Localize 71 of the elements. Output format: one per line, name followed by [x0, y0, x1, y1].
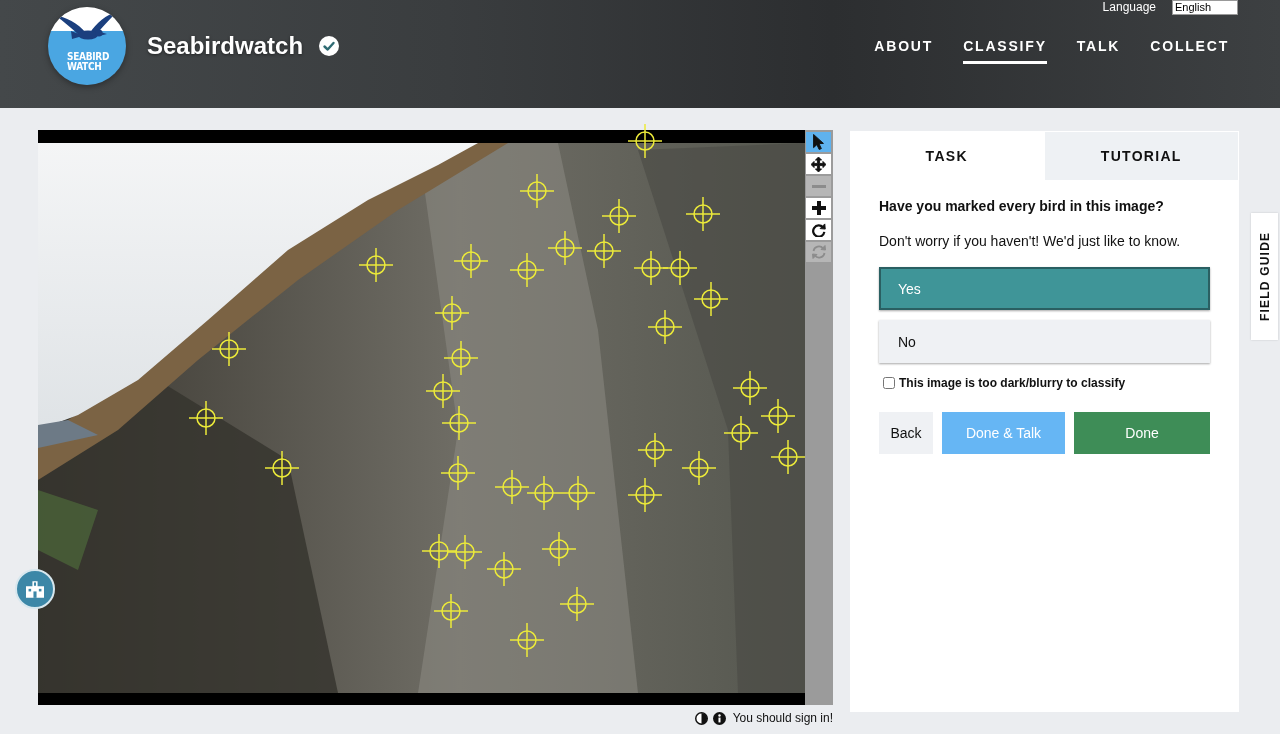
- cursor-arrow-icon: [813, 134, 824, 150]
- plus-icon: [811, 201, 826, 215]
- checkbox-label: This image is too dark/blurry to classify: [899, 376, 1126, 390]
- crosshair-marker-icon[interactable]: [732, 370, 768, 406]
- panel-tab[interactable]: TUTORIAL: [1044, 131, 1239, 180]
- nav-link[interactable]: COLLECT: [1150, 38, 1229, 64]
- crosshair-marker-icon[interactable]: [509, 252, 545, 288]
- info-icon[interactable]: [712, 711, 726, 725]
- crosshair-marker-icon[interactable]: [526, 475, 562, 511]
- move-icon: [811, 156, 826, 172]
- crosshair-marker-icon[interactable]: [358, 247, 394, 283]
- pointer-tool-button[interactable]: [806, 132, 831, 152]
- field-guide-tab[interactable]: FIELD GUIDE: [1251, 213, 1278, 340]
- crosshair-marker-icon[interactable]: [681, 450, 717, 486]
- nav-link[interactable]: CLASSIFY: [963, 38, 1047, 64]
- crosshair-marker-icon[interactable]: [486, 551, 522, 587]
- back-button[interactable]: Back: [879, 412, 933, 454]
- crosshair-marker-icon[interactable]: [760, 398, 796, 434]
- rotate-icon: [811, 223, 826, 237]
- crosshair-marker-icon[interactable]: [441, 405, 477, 441]
- crosshair-marker-icon[interactable]: [494, 469, 530, 505]
- crosshair-marker-icon[interactable]: [559, 586, 595, 622]
- crosshair-marker-icon[interactable]: [433, 593, 469, 629]
- language-label: Language: [1102, 0, 1156, 14]
- logo-text: SEABIRD WATCH: [66, 52, 110, 72]
- crosshair-marker-icon[interactable]: [440, 455, 476, 491]
- contrast-icon[interactable]: [694, 711, 708, 725]
- done-button[interactable]: Done: [1074, 412, 1210, 454]
- checkmark-badge-icon: [319, 36, 340, 56]
- crosshair-marker-icon[interactable]: [627, 477, 663, 513]
- crosshair-marker-icon[interactable]: [211, 331, 247, 367]
- crosshair-marker-icon[interactable]: [586, 233, 622, 269]
- crosshair-marker-icon[interactable]: [509, 622, 545, 658]
- checkbox[interactable]: [883, 377, 895, 389]
- crosshair-marker-icon[interactable]: [637, 432, 673, 468]
- refresh-icon: [811, 245, 826, 259]
- crosshair-marker-icon[interactable]: [647, 309, 683, 345]
- crosshair-marker-icon[interactable]: [519, 173, 555, 209]
- nav-link[interactable]: ABOUT: [874, 38, 934, 64]
- crosshair-marker-icon[interactable]: [685, 196, 721, 232]
- crosshair-marker-icon[interactable]: [627, 123, 663, 159]
- crosshair-marker-icon[interactable]: [434, 295, 470, 331]
- crosshair-marker-icon[interactable]: [662, 250, 698, 286]
- crosshair-marker-icon[interactable]: [693, 281, 729, 317]
- sign-in-message: You should sign in!: [732, 711, 833, 725]
- floating-round-button[interactable]: [15, 569, 55, 609]
- language-select[interactable]: English: [1172, 0, 1238, 15]
- rotate-button[interactable]: [806, 220, 831, 240]
- answer-button[interactable]: No: [879, 320, 1210, 363]
- crosshair-marker-icon[interactable]: [264, 450, 300, 486]
- crosshair-marker-icon[interactable]: [770, 439, 806, 475]
- crosshair-marker-icon[interactable]: [421, 533, 457, 569]
- crosshair-marker-icon[interactable]: [560, 475, 596, 511]
- crosshair-marker-icon[interactable]: [443, 340, 479, 376]
- help-text: Don't worry if you haven't! We'd just like to know.: [879, 232, 1182, 250]
- crosshair-marker-icon[interactable]: [723, 415, 759, 451]
- question-text: Have you marked every bird in this image?: [879, 197, 1165, 215]
- building-icon: [26, 580, 44, 598]
- crosshair-marker-icon[interactable]: [188, 400, 224, 436]
- answer-button[interactable]: Yes: [879, 267, 1210, 310]
- crosshair-marker-icon[interactable]: [425, 373, 461, 409]
- move-tool-button[interactable]: [806, 154, 831, 174]
- crosshair-marker-icon[interactable]: [541, 531, 577, 567]
- crosshair-marker-icon[interactable]: [547, 230, 583, 266]
- nav-link[interactable]: TALK: [1076, 38, 1121, 64]
- crosshair-marker-icon[interactable]: [601, 198, 637, 234]
- minus-icon: [811, 184, 826, 188]
- crosshair-marker-icon[interactable]: [447, 534, 483, 570]
- crosshair-marker-icon[interactable]: [453, 243, 489, 279]
- zoom-in-button[interactable]: [806, 198, 831, 218]
- site-title[interactable]: Seabirdwatch: [147, 32, 304, 60]
